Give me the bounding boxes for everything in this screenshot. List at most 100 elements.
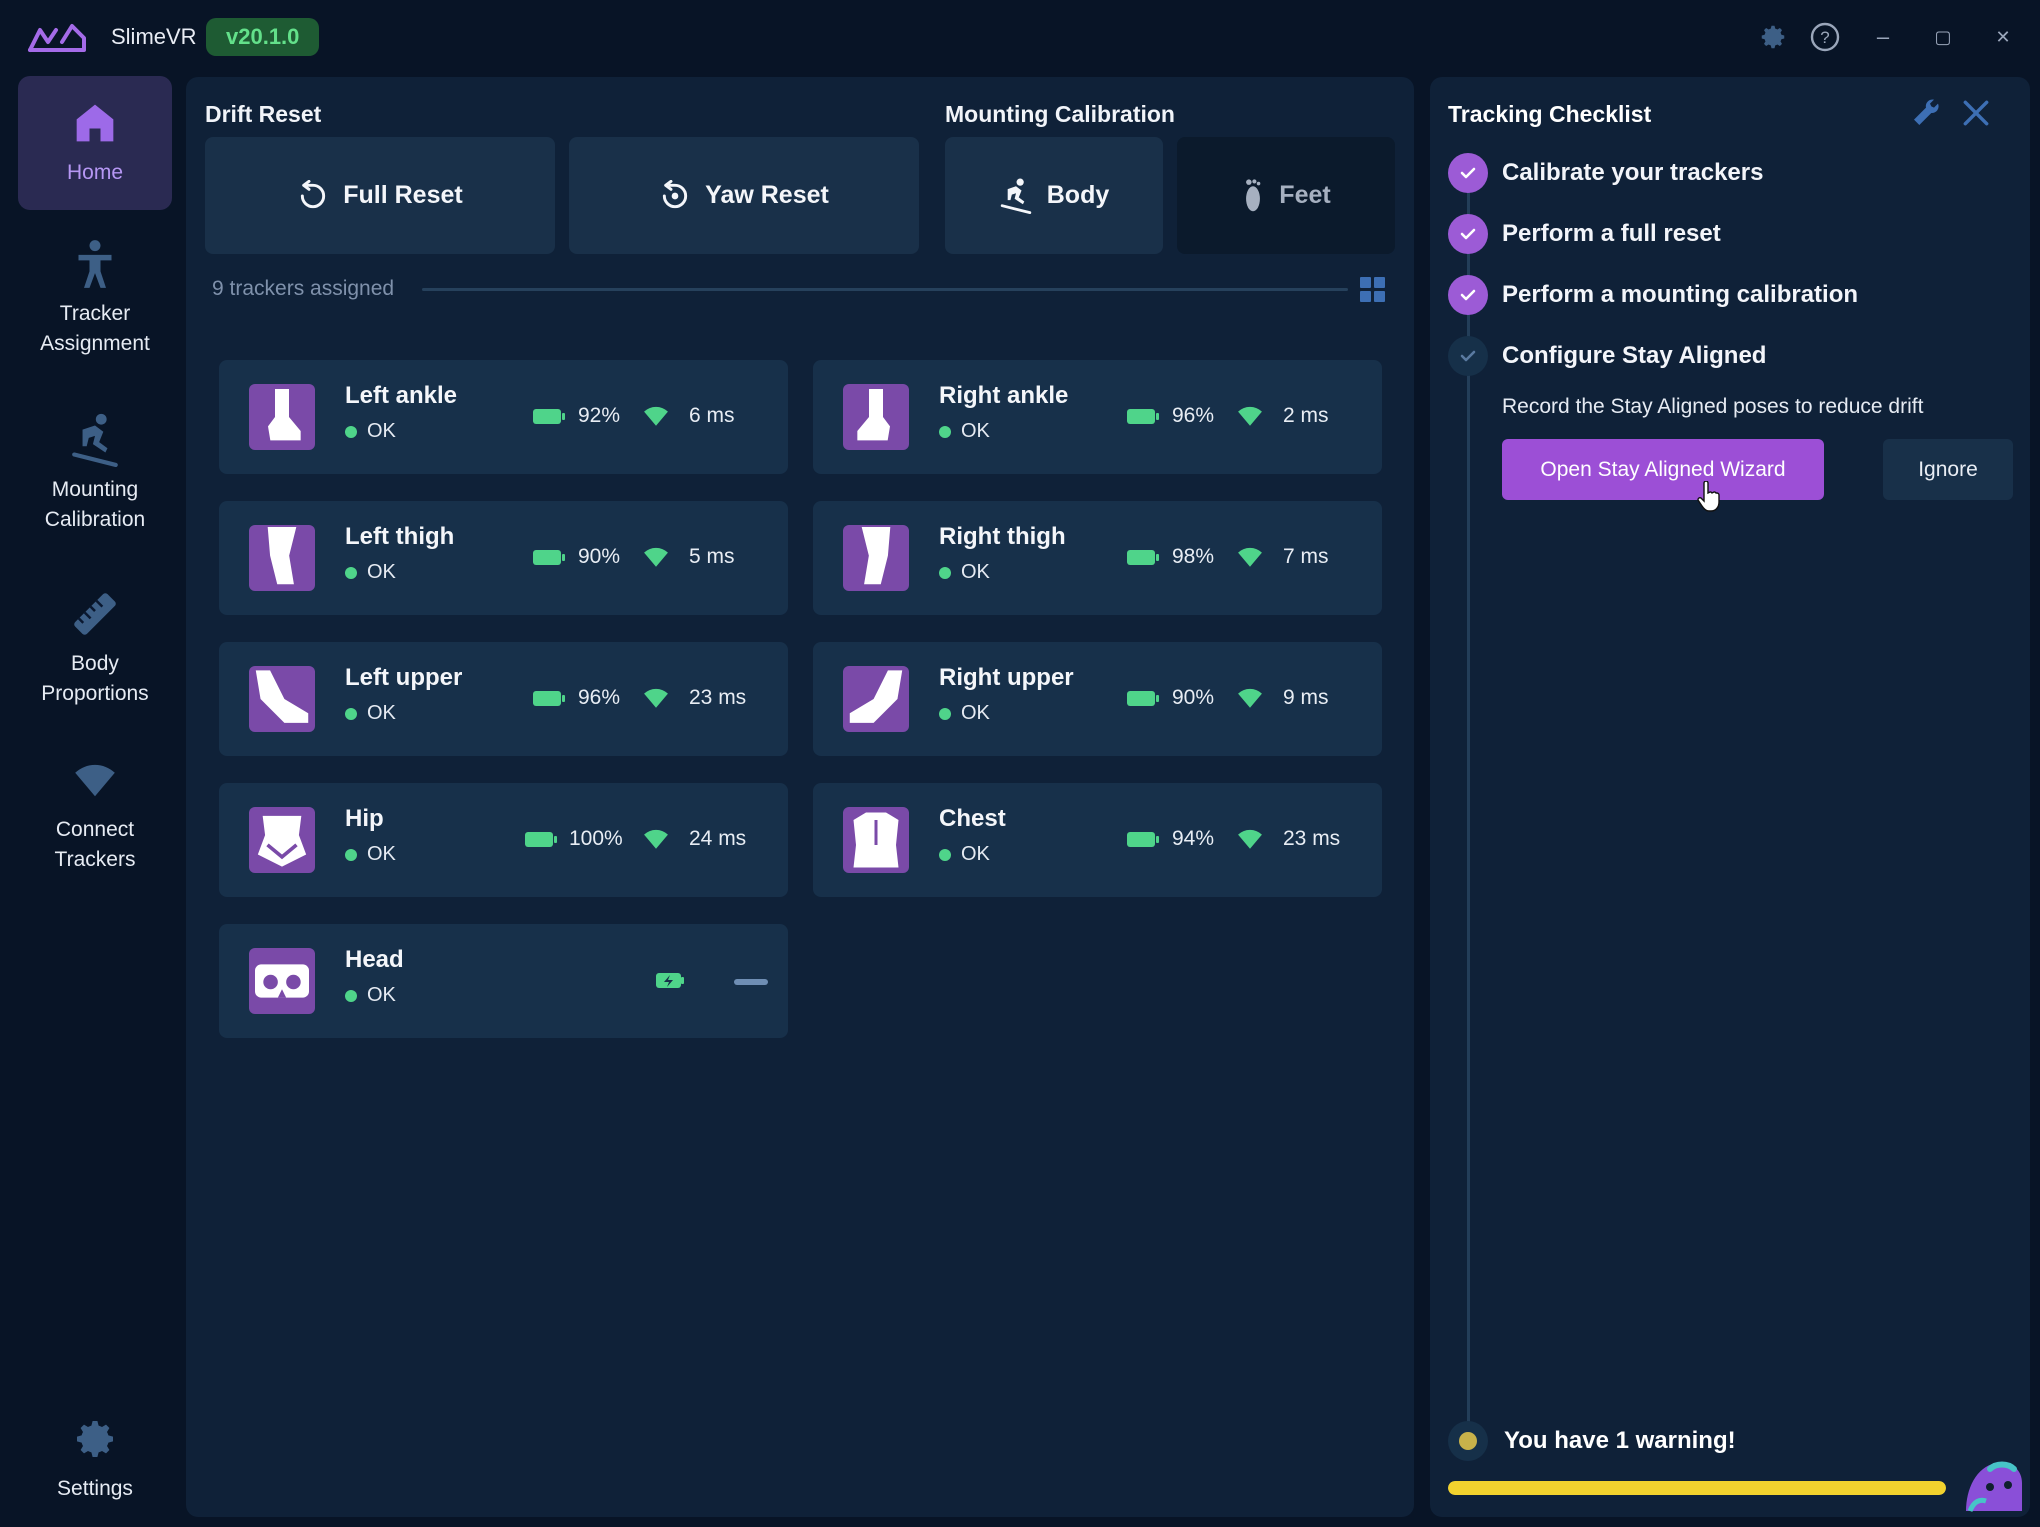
tracker-name: Chest [939, 805, 1006, 832]
vr-headset-icon [249, 948, 315, 1014]
feet-calibration-button[interactable]: Feet [1177, 137, 1395, 254]
grid-view-icon[interactable] [1360, 277, 1386, 303]
checklist-step-mounting: Perform a mounting calibration [1448, 275, 1858, 315]
tracker-status: OK [939, 843, 990, 866]
wifi-signal-icon [644, 688, 668, 708]
tracker-card-chest[interactable]: Chest OK 94% 23 ms [813, 783, 1382, 897]
status-dot [345, 425, 357, 438]
close-button[interactable]: ✕ [1988, 22, 2018, 52]
trackers-assigned-label: 9 trackers assigned [212, 277, 395, 300]
check-icon [1448, 275, 1488, 315]
wifi-signal-icon [644, 829, 668, 849]
yaw-reset-button[interactable]: Yaw Reset [569, 137, 919, 254]
slimevr-logo-icon [28, 24, 86, 52]
tracker-card-left-ankle[interactable]: Left ankle OK 92% 6 ms [219, 360, 788, 474]
ping-text: 23 ms [689, 686, 747, 709]
status-dot [939, 848, 951, 861]
wrench-icon[interactable] [1910, 97, 1942, 129]
skier-icon [1000, 178, 1031, 214]
progress-fill [1448, 1481, 1946, 1495]
tracker-card-right-ankle[interactable]: Right ankle OK 96% 2 ms [813, 360, 1382, 474]
status-dot [345, 566, 357, 579]
minimize-button[interactable]: – [1868, 22, 1898, 52]
wifi-signal-icon [1238, 829, 1262, 849]
tracker-status: OK [345, 984, 396, 1007]
sidebar-item-connect-trackers[interactable]: Connect Trackers [18, 740, 172, 890]
app-name: SlimeVR [111, 24, 197, 49]
slime-mascot-icon [1966, 1461, 2022, 1513]
status-text: OK [961, 420, 990, 442]
tracker-card-right-upper[interactable]: Right upper OK 90% 9 ms [813, 642, 1382, 756]
tracker-name: Left thigh [345, 523, 455, 550]
checklist-step-stay-aligned: Configure Stay Aligned [1448, 336, 1766, 376]
status-dot [345, 989, 357, 1002]
tracker-status: OK [345, 561, 396, 584]
version-badge[interactable]: v20.1.0 [206, 18, 320, 56]
status-dot [939, 425, 951, 438]
tracker-name: Head [345, 946, 404, 973]
wifi-signal-icon [1238, 547, 1262, 567]
sidebar-item-label: Body Proportions [41, 652, 149, 705]
close-icon[interactable] [1960, 97, 1992, 129]
checklist-title: Tracking Checklist [1448, 101, 1652, 127]
battery-text: 90% [1172, 686, 1215, 709]
battery-icon [1127, 409, 1159, 424]
settings-gear-icon[interactable] [1756, 20, 1790, 54]
step-label: Perform a mounting calibration [1502, 281, 1859, 308]
feet-calibration-label: Feet [1279, 181, 1331, 209]
title-bar: SlimeVR v20.1.0 ? – ▢ ✕ [0, 0, 2040, 74]
tracker-card-left-thigh[interactable]: Left thigh OK 90% 5 ms [219, 501, 788, 615]
status-dot [939, 707, 951, 720]
svg-text:?: ? [1820, 28, 1829, 47]
status-text: OK [961, 561, 990, 583]
tracker-status: OK [345, 420, 396, 443]
ruler-icon [70, 589, 120, 639]
battery-text: 100% [569, 827, 623, 850]
help-icon[interactable]: ? [1808, 20, 1842, 54]
hand-cursor-icon [1697, 481, 1720, 512]
sidebar-item-body-proportions[interactable]: Body Proportions [18, 574, 172, 724]
sidebar-item-mounting-calibration[interactable]: Mounting Calibration [18, 400, 172, 550]
tracker-status: OK [345, 702, 396, 725]
status-text: OK [367, 984, 396, 1006]
ankle-icon [843, 384, 909, 450]
body-calibration-button[interactable]: Body [945, 137, 1163, 254]
ping-text: 9 ms [1283, 686, 1329, 709]
drift-reset-title: Drift Reset [205, 101, 322, 127]
divider [422, 288, 1348, 291]
check-icon [1448, 153, 1488, 193]
sidebar-item-label: Settings [57, 1477, 133, 1500]
tracker-name: Left ankle [345, 382, 458, 409]
tracker-card-left-upper[interactable]: Left upper OK 96% 23 ms [219, 642, 788, 756]
sidebar-item-label: Home [66, 161, 124, 184]
tracker-name: Right upper [939, 664, 1074, 691]
ignore-button[interactable]: Ignore [1883, 439, 2013, 500]
warning-row: You have 1 warning! [1448, 1421, 1736, 1461]
open-stay-aligned-wizard-button[interactable]: Open Stay Aligned Wizard [1502, 439, 1824, 500]
sidebar-item-settings[interactable]: Settings [18, 1394, 172, 1524]
sidebar-item-label: Connect Trackers [54, 818, 136, 871]
battery-icon [1127, 691, 1159, 706]
hip-icon [249, 807, 315, 873]
ping-unavailable-dash [734, 979, 768, 985]
checklist-progress-bar [1448, 1481, 1946, 1495]
checklist-step-calibrate: Calibrate your trackers [1448, 153, 1763, 193]
tracker-status: OK [939, 561, 990, 584]
step-description: Record the Stay Aligned poses to reduce … [1502, 395, 1924, 418]
tracker-name: Right thigh [939, 523, 1066, 550]
sidebar-item-home[interactable]: Home [18, 76, 172, 210]
wifi-signal-icon [1238, 688, 1262, 708]
full-reset-label: Full Reset [343, 181, 463, 209]
check-icon [1448, 336, 1488, 376]
step-label: Calibrate your trackers [1502, 159, 1764, 186]
wifi-icon [70, 755, 120, 805]
sidebar-item-tracker-assignment[interactable]: Tracker Assignment [18, 224, 172, 374]
tracker-card-head[interactable]: Head OK [219, 924, 788, 1038]
tracker-card-right-thigh[interactable]: Right thigh OK 98% 7 ms [813, 501, 1382, 615]
battery-icon [525, 832, 557, 847]
skier-icon [70, 413, 120, 467]
maximize-button[interactable]: ▢ [1928, 22, 1958, 52]
tracker-card-hip[interactable]: Hip OK 100% 24 ms [219, 783, 788, 897]
full-reset-button[interactable]: Full Reset [205, 137, 555, 254]
yaw-reset-label: Yaw Reset [705, 181, 829, 209]
